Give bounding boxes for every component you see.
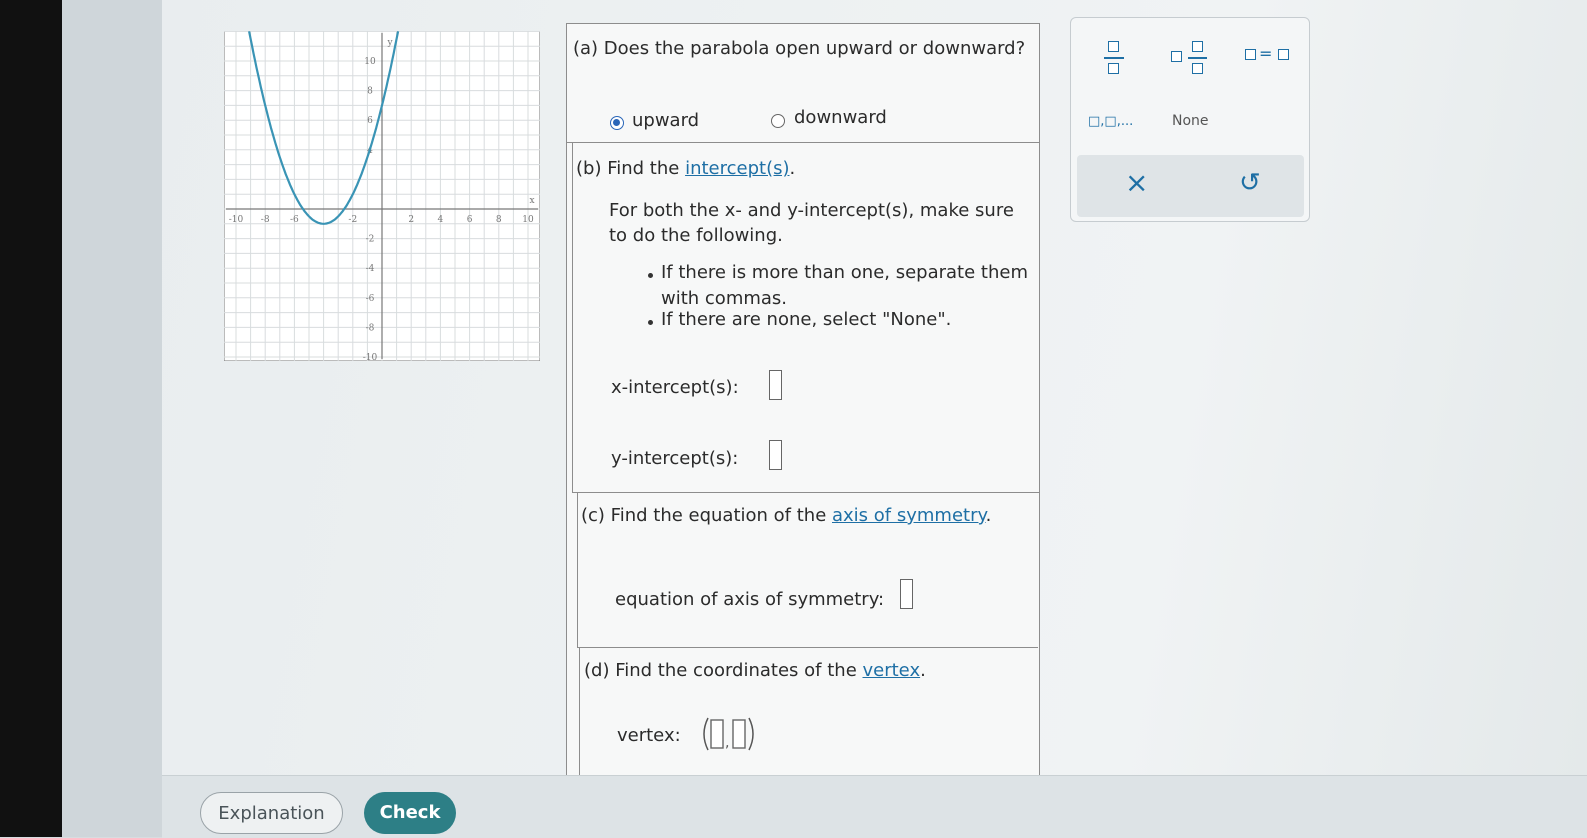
x-axis-label: x: [529, 196, 534, 206]
radio-downward[interactable]: [771, 114, 785, 128]
y-tick-label: 6: [367, 116, 373, 126]
y-tick-label: -4: [366, 264, 375, 274]
y-tick-label: -8: [366, 323, 375, 333]
axis-of-symmetry-input[interactable]: [900, 579, 913, 609]
x-tick-label: -6: [290, 215, 299, 225]
svg-text:,: ,: [725, 735, 729, 751]
part-d-question: (d) Find the coordinates of the vertex.: [584, 660, 926, 681]
device-bezel: [0, 0, 62, 837]
y-axis-label: y: [386, 38, 393, 48]
part-b-section: (b) Find the intercept(s). For both the …: [572, 142, 1039, 493]
part-c-suffix: .: [985, 505, 992, 526]
question-panel: (a) Does the parabola open upward or dow…: [566, 23, 1040, 776]
part-c-section: (c) Find the equation of the axis of sym…: [577, 492, 1038, 648]
equation-tool[interactable]: =: [1243, 44, 1295, 68]
x-tick-label: 10: [522, 215, 534, 225]
vertex-x-input[interactable]: [710, 719, 724, 749]
x-tick-label: -10: [229, 215, 244, 225]
x-intercept-label: x-intercept(s):: [611, 377, 739, 398]
bullet-1-line-1: If there is more than one, separate them: [661, 262, 1028, 283]
instruction-line-1: For both the x- and y-intercept(s), make…: [609, 200, 1014, 221]
part-b-question: (b) Find the intercept(s).: [576, 158, 795, 179]
bullet: [648, 273, 653, 278]
fraction-tool[interactable]: [1099, 38, 1129, 78]
axis-answer-label: equation of axis of symmetry:: [615, 589, 885, 610]
option-downward-label[interactable]: downward: [794, 107, 887, 128]
instruction-line-2: to do the following.: [609, 225, 783, 246]
part-a-section: (a) Does the parabola open upward or dow…: [567, 24, 1039, 143]
check-button[interactable]: Check: [364, 792, 456, 834]
y-intercept-input[interactable]: [769, 440, 782, 470]
list-tool[interactable]: □,□,...: [1088, 114, 1133, 129]
undo-icon[interactable]: ↺: [1239, 169, 1261, 197]
x-tick-label: -8: [261, 215, 270, 225]
vertex-y-input[interactable]: [732, 719, 746, 749]
bullet-1-line-2: with commas.: [661, 288, 788, 309]
part-c-prefix: (c) Find the equation of the: [581, 505, 832, 526]
option-upward-label[interactable]: upward: [632, 110, 699, 131]
parabola-graph: -10 -8 -6 -2 2 4 6 8 10 10 8 6 4 -2 -4 -6 -8 -10 y x: [224, 31, 540, 361]
part-d-prefix: (d) Find the coordinates of the: [584, 660, 863, 681]
bullet-2: If there are none, select "None".: [661, 309, 952, 330]
radio-upward[interactable]: [610, 116, 624, 130]
y-tick-label: 10: [364, 57, 376, 67]
vertex-answer-label: vertex:: [617, 725, 681, 746]
part-b-prefix: (b) Find the: [576, 158, 686, 179]
explanation-button[interactable]: Explanation: [200, 792, 343, 834]
y-intercept-label: y-intercept(s):: [611, 448, 739, 469]
x-intercept-input[interactable]: [769, 370, 782, 400]
x-tick-label: 8: [496, 215, 502, 225]
screen-edge: [62, 0, 162, 837]
math-toolbox: = □,□,... None × ↺: [1070, 17, 1310, 222]
x-tick-label: -2: [348, 215, 357, 225]
y-tick-label: -2: [366, 235, 375, 245]
x-tick-label: 2: [408, 215, 414, 225]
part-d-section: (d) Find the coordinates of the vertex. …: [579, 647, 1038, 776]
clear-icon[interactable]: ×: [1125, 169, 1148, 197]
bullet: [648, 320, 653, 325]
x-tick-label: 6: [467, 215, 473, 225]
vertex-link[interactable]: vertex: [863, 660, 921, 681]
none-button[interactable]: None: [1172, 113, 1209, 129]
mixed-number-tool[interactable]: [1168, 38, 1212, 78]
y-tick-label: -6: [366, 294, 375, 304]
toolbox-actions: × ↺: [1077, 155, 1304, 217]
intercepts-link[interactable]: intercept(s): [685, 158, 789, 179]
axis-of-symmetry-link[interactable]: axis of symmetry: [832, 505, 986, 526]
part-a-question: (a) Does the parabola open upward or dow…: [573, 38, 1026, 59]
vertex-input-group[interactable]: ,: [698, 714, 760, 754]
part-b-suffix: .: [789, 158, 796, 179]
part-d-suffix: .: [920, 660, 926, 681]
part-c-question: (c) Find the equation of the axis of sym…: [581, 505, 991, 526]
x-tick-label: 4: [438, 215, 444, 225]
y-tick-label: 8: [367, 87, 373, 97]
y-tick-label: -10: [363, 353, 378, 361]
